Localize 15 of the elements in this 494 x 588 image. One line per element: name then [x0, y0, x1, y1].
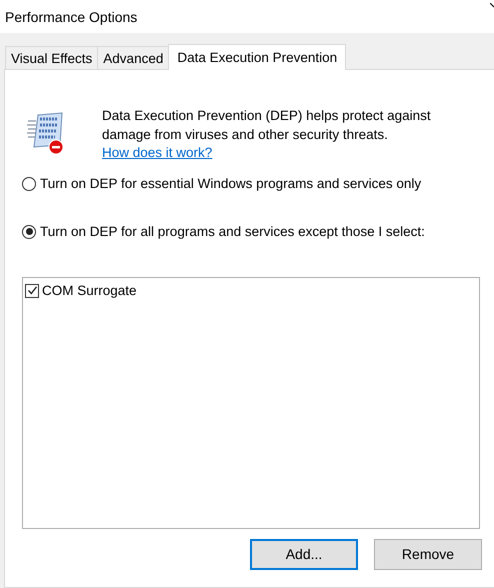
remove-button[interactable]: Remove: [374, 538, 482, 570]
window-title: Performance Options: [4, 8, 138, 24]
option-label[interactable]: Turn on DEP for all programs and services except those I select:: [40, 224, 425, 239]
radio-button[interactable]: [22, 176, 36, 190]
radio-button[interactable]: [22, 224, 36, 238]
checkbox[interactable]: [25, 284, 39, 298]
binary-document-icon: [26, 111, 64, 155]
option-label[interactable]: Turn on DEP for essential Windows programs and services only: [40, 176, 422, 191]
program-name: COM Surrogate: [42, 283, 137, 298]
tab[interactable]: Data Execution Prevention: [168, 44, 346, 70]
add-button[interactable]: Add...: [250, 538, 358, 570]
tab[interactable]: Visual Effects: [5, 46, 98, 69]
program-list[interactable]: COM Surrogate: [22, 276, 480, 528]
help-link[interactable]: How does it work?: [102, 145, 212, 160]
description-text: Data Execution Prevention (DEP) helps protect against damage from viruses and other security threats. How does it work?: [102, 107, 432, 162]
